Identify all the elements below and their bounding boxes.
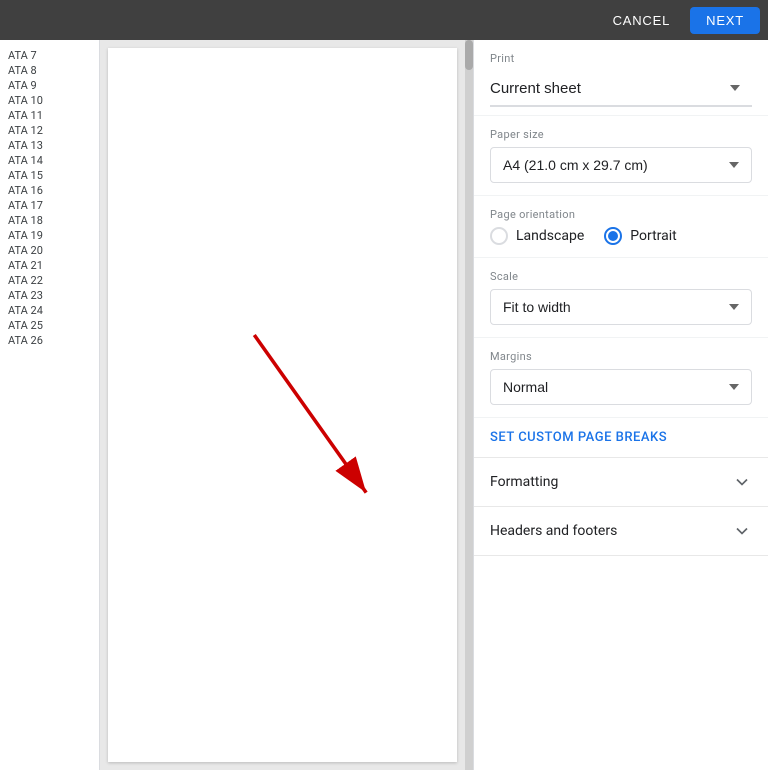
list-item: ATA 8 — [0, 63, 99, 78]
list-item: ATA 25 — [0, 318, 99, 333]
page-orientation-label: Page orientation — [490, 208, 752, 221]
scrollbar[interactable] — [465, 40, 473, 770]
page-preview — [108, 48, 457, 762]
portrait-label: Portrait — [630, 228, 676, 244]
list-item: ATA 22 — [0, 273, 99, 288]
list-item: ATA 20 — [0, 243, 99, 258]
print-dropdown[interactable]: Current sheet — [490, 71, 752, 107]
list-item: ATA 12 — [0, 123, 99, 138]
landscape-label: Landscape — [516, 228, 584, 244]
margins-label: Margins — [490, 350, 752, 363]
list-item: ATA 23 — [0, 288, 99, 303]
landscape-option[interactable]: Landscape — [490, 227, 584, 245]
list-item: ATA 24 — [0, 303, 99, 318]
set-custom-page-breaks-link[interactable]: SET CUSTOM PAGE BREAKS — [490, 430, 752, 445]
scale-dropdown[interactable]: Fit to width — [490, 289, 752, 325]
landscape-radio[interactable] — [490, 227, 508, 245]
portrait-radio[interactable] — [604, 227, 622, 245]
list-item: ATA 9 — [0, 78, 99, 93]
list-item: ATA 13 — [0, 138, 99, 153]
print-section: Print Current sheet — [474, 40, 768, 116]
list-item: ATA 26 — [0, 333, 99, 348]
headers-footers-section[interactable]: Headers and footers — [474, 507, 768, 556]
headers-footers-chevron-icon — [732, 521, 752, 541]
paper-size-dropdown[interactable]: A4 (21.0 cm x 29.7 cm) — [490, 147, 752, 183]
formatting-chevron-icon — [732, 472, 752, 492]
list-item: ATA 18 — [0, 213, 99, 228]
paper-size-section: Paper size A4 (21.0 cm x 29.7 cm) — [474, 116, 768, 196]
portrait-option[interactable]: Portrait — [604, 227, 676, 245]
orientation-options: Landscape Portrait — [490, 227, 752, 245]
list-item: ATA 16 — [0, 183, 99, 198]
print-label: Print — [490, 52, 752, 65]
list-item: ATA 21 — [0, 258, 99, 273]
list-item: ATA 19 — [0, 228, 99, 243]
top-bar: CANCEL NEXT — [0, 0, 768, 40]
list-item: ATA 10 — [0, 93, 99, 108]
list-item: ATA 11 — [0, 108, 99, 123]
next-button[interactable]: NEXT — [690, 7, 760, 34]
margins-dropdown[interactable]: Normal — [490, 369, 752, 405]
cancel-button[interactable]: CANCEL — [601, 7, 683, 34]
scroll-thumb — [465, 40, 473, 70]
scale-section: Scale Fit to width — [474, 258, 768, 338]
right-panel: Print Current sheet Paper size A4 (21.0 … — [473, 40, 768, 770]
main-content: ATA 7 ATA 8 ATA 9 ATA 10 ATA 11 ATA 12 A… — [0, 40, 768, 770]
paper-size-label: Paper size — [490, 128, 752, 141]
formatting-section[interactable]: Formatting — [474, 458, 768, 507]
page-breaks-section: SET CUSTOM PAGE BREAKS — [474, 418, 768, 458]
radio-inner-dot — [608, 231, 618, 241]
list-item: ATA 14 — [0, 153, 99, 168]
list-item: ATA 17 — [0, 198, 99, 213]
list-item: ATA 7 — [0, 48, 99, 63]
margins-section: Margins Normal — [474, 338, 768, 418]
page-orientation-section: Page orientation Landscape Portrait — [474, 196, 768, 258]
headers-footers-label: Headers and footers — [490, 523, 617, 539]
preview-area: ATA 7 ATA 8 ATA 9 ATA 10 ATA 11 ATA 12 A… — [0, 40, 473, 770]
sheet-list: ATA 7 ATA 8 ATA 9 ATA 10 ATA 11 ATA 12 A… — [0, 40, 100, 770]
formatting-label: Formatting — [490, 474, 558, 490]
list-item: ATA 15 — [0, 168, 99, 183]
scale-label: Scale — [490, 270, 752, 283]
